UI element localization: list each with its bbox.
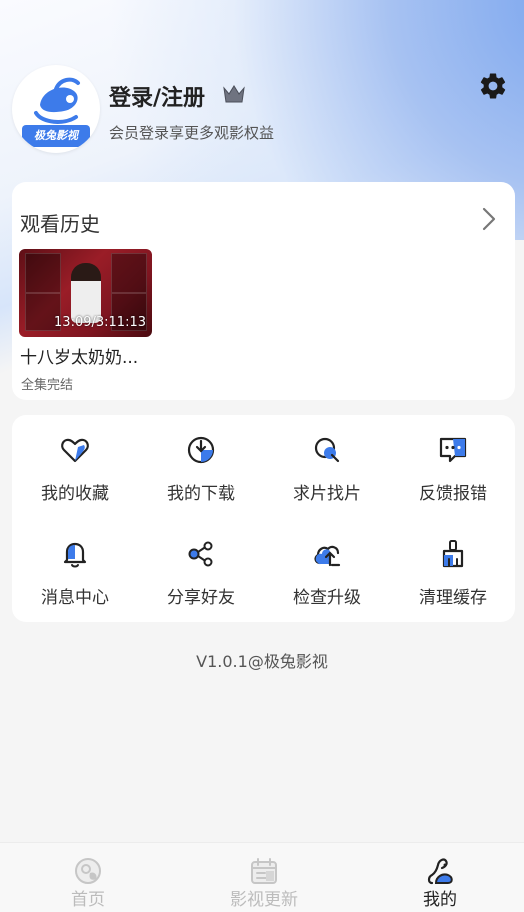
watch-progress: 13:09/3:11:13 <box>54 315 146 330</box>
share-icon <box>188 541 213 567</box>
calendar-icon <box>251 858 277 884</box>
history-item-thumbnail[interactable]: 13:09/3:11:13 <box>19 249 152 337</box>
messages-button[interactable]: 消息中心 <box>12 519 138 619</box>
downloads-label: 我的下载 <box>167 484 235 504</box>
upgrade-icon <box>314 545 341 567</box>
share-button[interactable]: 分享好友 <box>138 519 264 619</box>
check-update-label: 检查升级 <box>293 588 361 608</box>
tab-profile-label: 我的 <box>423 890 457 910</box>
watch-history-card: 观看历史 13:09/3:11:13 十八岁太奶奶... 全集完结 <box>12 182 515 400</box>
favorites-label: 我的收藏 <box>41 484 109 504</box>
gear-icon[interactable] <box>478 71 508 101</box>
history-item-status: 全集完结 <box>21 378 74 393</box>
check-update-button[interactable]: 检查升级 <box>264 519 390 619</box>
request-movie-button[interactable]: 求片找片 <box>264 415 390 515</box>
poster-panel <box>25 253 61 293</box>
home-icon <box>75 858 101 884</box>
profile-header: 极兔影视 登录/注册 会员登录享更多观影权益 <box>0 0 524 170</box>
version-text: V1.0.1@极兔影视 <box>196 652 328 671</box>
profile-icon <box>427 858 453 885</box>
clear-cache-label: 清理缓存 <box>419 588 487 608</box>
tab-home-label: 首页 <box>71 890 105 910</box>
favorites-button[interactable]: 我的收藏 <box>12 415 138 515</box>
search-icon <box>314 437 340 463</box>
avatar-brand-text: 极兔影视 <box>22 125 90 147</box>
watch-history-title: 观看历史 <box>20 212 100 236</box>
chevron-right-icon[interactable] <box>481 206 497 232</box>
tab-updates-label: 影视更新 <box>230 890 298 910</box>
messages-label: 消息中心 <box>41 588 109 608</box>
request-movie-label: 求片找片 <box>293 484 361 504</box>
bottom-tab-bar: 首页 影视更新 我的 <box>0 842 524 912</box>
avatar[interactable]: 极兔影视 <box>12 65 100 153</box>
history-item-title[interactable]: 十八岁太奶奶... <box>20 343 138 368</box>
poster-panel <box>111 253 147 293</box>
tab-profile[interactable]: 我的 <box>352 843 524 912</box>
poster-figure <box>71 263 101 323</box>
tab-updates[interactable]: 影视更新 <box>176 843 352 912</box>
broom-icon <box>442 540 464 568</box>
tab-home[interactable]: 首页 <box>0 843 176 912</box>
clear-cache-button[interactable]: 清理缓存 <box>390 519 516 619</box>
login-subtitle: 会员登录享更多观影权益 <box>109 124 275 142</box>
login-register-link[interactable]: 登录/注册 <box>109 80 205 112</box>
bell-icon <box>63 542 87 568</box>
share-label: 分享好友 <box>167 588 235 608</box>
download-icon <box>187 436 215 464</box>
feedback-icon <box>439 437 467 463</box>
downloads-button[interactable]: 我的下载 <box>138 415 264 515</box>
feedback-label: 反馈报错 <box>419 484 487 504</box>
crown-icon <box>223 85 245 103</box>
function-menu-card: 我的收藏 我的下载 求片找片 反馈报错 消息中心 分享好友 检查升级 清理缓存 <box>12 415 515 622</box>
feedback-button[interactable]: 反馈报错 <box>390 415 516 515</box>
heart-icon <box>61 438 89 463</box>
